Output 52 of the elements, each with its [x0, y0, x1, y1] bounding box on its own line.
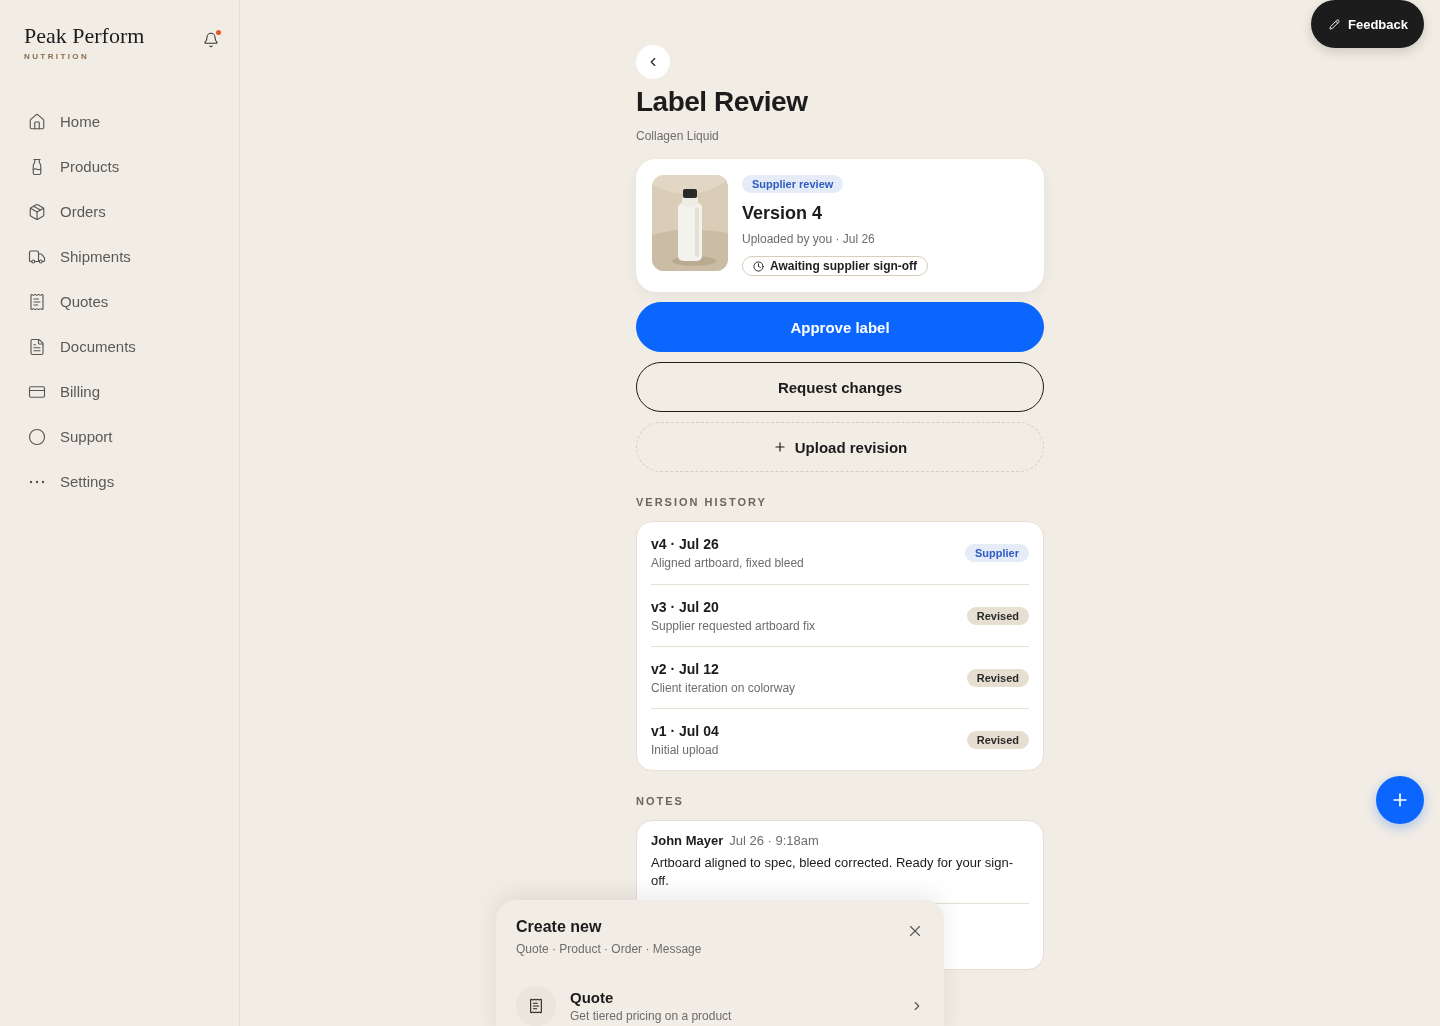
- add-button[interactable]: [1376, 776, 1424, 824]
- nav-item[interactable]: Orders: [24, 189, 219, 234]
- nav-item[interactable]: Shipments: [24, 234, 219, 279]
- version-note: Initial upload: [651, 742, 719, 757]
- page-subtitle: Collagen Liquid: [636, 129, 720, 143]
- create-option[interactable]: Quote Get tiered pricing on a product: [516, 986, 924, 1026]
- nav-item[interactable]: Home: [24, 99, 219, 144]
- nav-item[interactable]: Documents: [24, 324, 219, 369]
- more-icon: [29, 479, 45, 484]
- sheet-subtitle: Quote · Product · Order · Message: [516, 942, 702, 956]
- nav-item[interactable]: Support: [24, 414, 219, 459]
- page-title: Label Review: [636, 85, 809, 119]
- nav-item[interactable]: Quotes: [24, 279, 219, 324]
- version-note: Aligned artboard, fixed bleed: [651, 556, 804, 570]
- feedback-button[interactable]: Feedback: [1311, 0, 1424, 48]
- note-time: Jul 26 · 9:18am: [729, 833, 819, 848]
- request-button[interactable]: Request changes: [636, 362, 1044, 412]
- version-note: Client iteration on colorway: [651, 680, 796, 695]
- receipt-icon: [28, 292, 46, 311]
- brand-tagline: NUTRITION: [24, 52, 91, 61]
- version-note: Supplier requested artboard fix: [651, 618, 816, 633]
- circle-icon: [28, 427, 46, 446]
- version-tag: Revised: [966, 730, 1029, 749]
- version-label: v2 · Jul 12: [651, 660, 720, 677]
- version-tag: Revised: [966, 606, 1029, 625]
- version-meta: Uploaded by you · Jul 26: [742, 232, 875, 246]
- approve-button[interactable]: Approve label: [636, 302, 1044, 352]
- section-heading: NOTES: [636, 795, 685, 807]
- notification-icon[interactable]: [203, 32, 219, 48]
- version-label: v1 · Jul 04: [651, 722, 719, 739]
- review-tag: Supplier review: [742, 175, 844, 193]
- pencil-icon: [1329, 18, 1340, 30]
- section-heading: VERSION HISTORY: [636, 496, 768, 508]
- nav-item[interactable]: Billing: [24, 369, 219, 414]
- box-icon: [28, 202, 46, 221]
- sheet-title: Create new: [516, 918, 603, 936]
- home-icon: [28, 112, 46, 131]
- clock-icon: [753, 260, 764, 272]
- nav-item[interactable]: Settings: [24, 459, 219, 504]
- plus-icon: [772, 440, 787, 454]
- version-tag: Revised: [966, 668, 1029, 687]
- version-title: Version 4: [742, 203, 823, 224]
- brand-name: Peak Perform: [24, 24, 145, 48]
- document-icon: [28, 337, 46, 356]
- version-label: v4 · Jul 26: [651, 536, 720, 552]
- version-tag: Supplier: [965, 544, 1029, 562]
- nav-item[interactable]: Products: [24, 144, 219, 189]
- note-author: John Mayer: [651, 833, 724, 848]
- truck-icon: [28, 247, 46, 266]
- version-label: v3 · Jul 20: [651, 598, 720, 615]
- option-title: Quote: [570, 989, 615, 1006]
- option-description: Get tiered pricing on a product: [570, 1009, 733, 1023]
